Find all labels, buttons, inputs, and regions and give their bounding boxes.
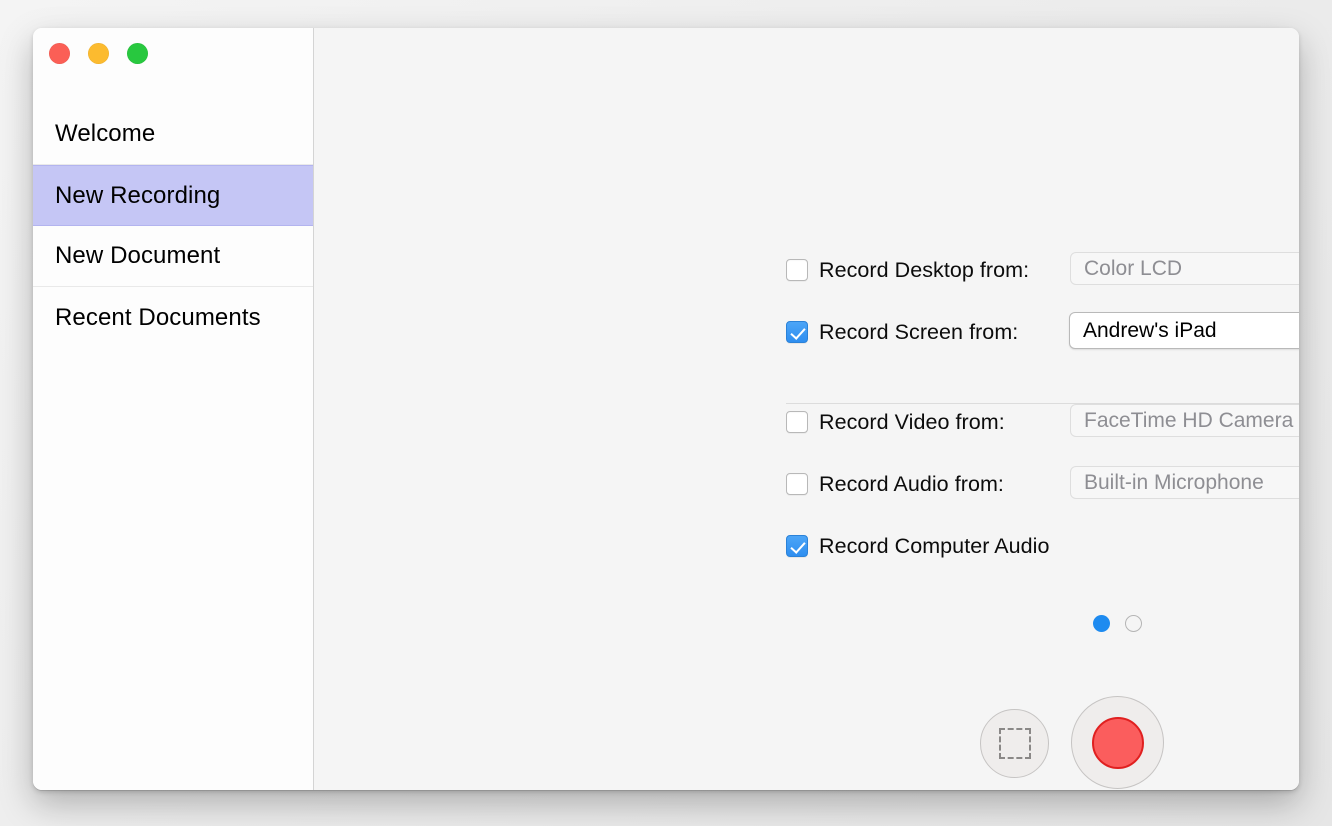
record-video-label: Record Video from:: [819, 410, 1005, 435]
sidebar-list: Welcome New Recording New Document Recen…: [33, 104, 313, 348]
sidebar-item-recent-documents[interactable]: Recent Documents: [33, 287, 313, 348]
record-circle-icon: [1092, 717, 1144, 769]
record-desktop-checkbox[interactable]: [786, 259, 808, 281]
main-panel: Record Desktop from: Color LCD Record Sc…: [314, 28, 1299, 790]
sidebar-item-label: New Recording: [55, 182, 220, 210]
record-button[interactable]: [1071, 696, 1164, 789]
record-computer-audio-label: Record Computer Audio: [819, 534, 1050, 559]
zoom-button[interactable]: [127, 43, 148, 64]
record-desktop-popup[interactable]: Color LCD: [1070, 252, 1299, 285]
record-audio-label: Record Audio from:: [819, 472, 1004, 497]
record-audio-checkbox[interactable]: [786, 473, 808, 495]
close-button[interactable]: [49, 43, 70, 64]
sidebar-item-label: New Document: [55, 242, 220, 270]
page-indicator: [1093, 615, 1142, 632]
sidebar-item-new-recording[interactable]: New Recording: [33, 165, 313, 226]
window-controls: [49, 43, 148, 64]
record-screen-popup[interactable]: Andrew's iPad: [1069, 312, 1299, 349]
sidebar-item-welcome[interactable]: Welcome: [33, 104, 313, 165]
record-screen-popup-value: Andrew's iPad: [1070, 319, 1217, 343]
select-area-button[interactable]: [980, 709, 1049, 778]
record-desktop-row: Record Desktop from:: [786, 252, 1058, 288]
record-video-row: Record Video from:: [786, 404, 1058, 440]
sidebar-item-label: Recent Documents: [55, 304, 261, 332]
record-video-popup[interactable]: FaceTime HD Camera (Built-in): [1070, 404, 1299, 437]
page-dot-2[interactable]: [1125, 615, 1142, 632]
record-screen-checkbox[interactable]: [786, 321, 808, 343]
sidebar: Welcome New Recording New Document Recen…: [33, 28, 314, 790]
record-desktop-label: Record Desktop from:: [819, 258, 1029, 283]
record-audio-row: Record Audio from:: [786, 466, 1058, 502]
app-window: Welcome New Recording New Document Recen…: [33, 28, 1299, 790]
record-screen-row: Record Screen from:: [786, 314, 1058, 350]
sidebar-item-new-document[interactable]: New Document: [33, 226, 313, 287]
record-audio-popup[interactable]: Built-in Microphone: [1070, 466, 1299, 499]
recording-options-form: Record Desktop from: Color LCD Record Sc…: [314, 28, 1299, 790]
record-computer-audio-checkbox[interactable]: [786, 535, 808, 557]
record-desktop-popup-value: Color LCD: [1071, 257, 1182, 281]
record-audio-popup-value: Built-in Microphone: [1071, 471, 1264, 495]
sidebar-item-label: Welcome: [55, 120, 155, 148]
minimize-button[interactable]: [88, 43, 109, 64]
record-computer-audio-row: Record Computer Audio: [786, 528, 1186, 564]
dashed-square-icon: [999, 728, 1031, 759]
record-video-checkbox[interactable]: [786, 411, 808, 433]
record-video-popup-value: FaceTime HD Camera (Built-in): [1071, 409, 1299, 433]
page-dot-1[interactable]: [1093, 615, 1110, 632]
record-screen-label: Record Screen from:: [819, 320, 1018, 345]
